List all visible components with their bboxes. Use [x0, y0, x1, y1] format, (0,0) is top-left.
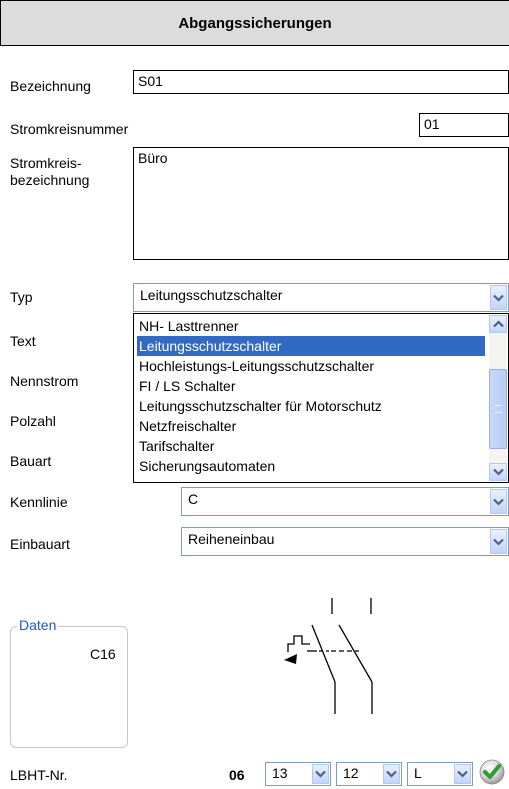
circuit-breaker-symbol: [284, 598, 373, 714]
list-item[interactable]: FI / LS Schalter: [137, 376, 489, 396]
list-item[interactable]: Leitungsschutzschalter für Motorschutz: [137, 396, 489, 416]
chevron-up-icon[interactable]: [489, 315, 507, 333]
lbht-select-3[interactable]: L: [407, 762, 473, 786]
list-item[interactable]: Tarifschalter: [137, 436, 489, 456]
bezeichnung-input[interactable]: S01: [133, 70, 509, 94]
daten-group: [10, 626, 128, 748]
typ-dropdown-list[interactable]: NH- Lasttrenner Leitungsschutzschalter H…: [133, 313, 509, 483]
scroll-thumb[interactable]: [489, 369, 507, 449]
chevron-down-icon[interactable]: [312, 764, 329, 784]
list-item[interactable]: Hochleistungs-Leitungsschutzschalter: [137, 356, 489, 376]
list-item[interactable]: Netzfreischalter: [137, 416, 489, 436]
dropdown-scrollbar[interactable]: [489, 315, 507, 481]
kennlinie-label: Kennlinie: [10, 494, 68, 510]
stromkreisnummer-input[interactable]: 01: [419, 113, 509, 137]
text-label: Text: [10, 333, 36, 349]
typ-select[interactable]: Leitungsschutzschalter: [133, 283, 509, 312]
einbauart-label: Einbauart: [10, 536, 70, 552]
chevron-down-icon[interactable]: [490, 285, 507, 310]
lbht-label: LBHT-Nr.: [10, 767, 68, 783]
scroll-grip-icon: [494, 405, 502, 413]
kennlinie-select[interactable]: C: [181, 487, 509, 516]
list-item[interactable]: Sicherungsautomaten: [137, 456, 489, 476]
bauart-label: Bauart: [10, 453, 52, 469]
lbht-select-1[interactable]: 13: [265, 762, 331, 786]
stromkreisbezeichnung-label-2: bezeichnung: [10, 172, 90, 188]
nennstrom-label: Nennstrom: [10, 373, 79, 389]
chevron-down-icon[interactable]: [490, 489, 507, 514]
polzahl-label: Polzahl: [10, 413, 56, 429]
lbht-prefix: 06: [229, 767, 245, 783]
list-item-selected[interactable]: Leitungsschutzschalter: [137, 336, 485, 356]
typ-label: Typ: [10, 289, 33, 305]
chevron-down-icon[interactable]: [454, 764, 471, 784]
lbht-select-1-value: 13: [272, 765, 288, 781]
list-item[interactable]: NH- Lasttrenner: [137, 316, 489, 336]
stromkreisbezeichnung-textarea[interactable]: Büro: [133, 147, 509, 260]
bezeichnung-label: Bezeichnung: [10, 78, 91, 94]
chevron-down-icon[interactable]: [490, 529, 507, 554]
daten-legend: Daten: [17, 617, 59, 633]
page-title: Abgangssicherungen: [0, 0, 509, 46]
lbht-select-3-value: L: [414, 765, 422, 781]
daten-value: C16: [90, 646, 116, 662]
einbauart-select[interactable]: Reiheneinbau: [181, 527, 509, 556]
chevron-down-icon[interactable]: [489, 463, 507, 481]
stromkreisnummer-label: Stromkreisnummer: [10, 121, 129, 137]
kennlinie-select-value: C: [188, 491, 199, 507]
einbauart-select-value: Reiheneinbau: [188, 531, 275, 547]
chevron-down-icon[interactable]: [383, 764, 400, 784]
checkmark-ok-icon[interactable]: [479, 759, 505, 785]
stromkreisbezeichnung-label-1: Stromkreis-: [10, 155, 82, 171]
lbht-select-2-value: 12: [343, 765, 359, 781]
typ-select-value: Leitungsschutzschalter: [140, 287, 283, 303]
lbht-select-2[interactable]: 12: [336, 762, 402, 786]
